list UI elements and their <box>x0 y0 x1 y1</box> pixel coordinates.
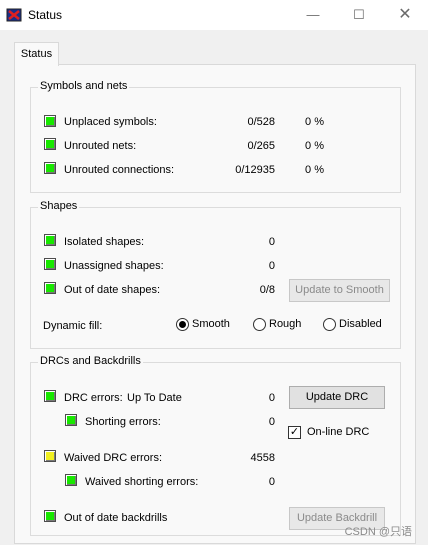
backdrills-indicator <box>44 510 56 522</box>
out-of-date-shapes-indicator <box>44 282 56 294</box>
unrouted-nets-label: Unrouted nets: <box>64 140 137 152</box>
radio-smooth-label[interactable]: Smooth <box>192 318 230 330</box>
maximize-button[interactable]: ☐ <box>336 0 382 30</box>
shorting-errors-indicator <box>65 414 77 426</box>
unplaced-symbols-label: Unplaced symbols: <box>64 116 157 128</box>
drc-status: Up To Date <box>127 392 182 404</box>
waived-drc-errors-label: Waived DRC errors: <box>64 452 162 464</box>
unrouted-nets-indicator <box>44 138 56 150</box>
drcs-title: DRCs and Backdrills <box>38 355 143 367</box>
unrouted-nets-count: 0/265 <box>247 140 275 152</box>
isolated-shapes-count: 0 <box>268 236 275 248</box>
unrouted-connections-indicator <box>44 162 56 174</box>
radio-disabled-label[interactable]: Disabled <box>339 318 382 330</box>
close-button[interactable]: ✕ <box>382 0 428 30</box>
tab-status[interactable]: Status <box>14 42 59 66</box>
online-drc-checkbox[interactable]: ✓ <box>288 426 301 439</box>
waived-shorting-errors-indicator <box>65 474 77 486</box>
unrouted-connections-count: 0/12935 <box>235 164 275 176</box>
radio-disabled[interactable] <box>323 318 336 331</box>
waived-drc-errors-indicator <box>44 450 56 462</box>
out-of-date-backdrills-label: Out of date backdrills <box>64 512 168 524</box>
unplaced-symbols-percent: 0 % <box>305 116 324 128</box>
waived-shorting-errors-count: 0 <box>268 476 275 488</box>
out-of-date-shapes-count: 0/8 <box>259 284 275 296</box>
isolated-shapes-indicator <box>44 234 56 246</box>
drc-errors-label: DRC errors: <box>64 392 123 404</box>
shapes-title: Shapes <box>38 200 80 212</box>
unplaced-symbols-count: 0/528 <box>247 116 275 128</box>
symbols-and-nets-title: Symbols and nets <box>38 80 130 92</box>
out-of-date-shapes-label: Out of date shapes: <box>64 284 161 296</box>
update-drc-button[interactable]: Update DRC <box>289 386 385 409</box>
online-drc-label[interactable]: On-line DRC <box>307 426 369 438</box>
minimize-button[interactable]: — <box>290 0 336 30</box>
radio-rough-label[interactable]: Rough <box>269 318 301 330</box>
watermark: CSDN @只语 <box>344 526 412 538</box>
drc-errors-count: 0 <box>268 392 275 404</box>
unassigned-shapes-indicator <box>44 258 56 270</box>
unrouted-connections-label: Unrouted connections: <box>64 164 175 176</box>
unrouted-connections-percent: 0 % <box>305 164 324 176</box>
unrouted-nets-percent: 0 % <box>305 140 324 152</box>
radio-rough[interactable] <box>253 318 266 331</box>
isolated-shapes-label: Isolated shapes: <box>64 236 145 248</box>
shorting-errors-count: 0 <box>268 416 275 428</box>
unassigned-shapes-label: Unassigned shapes: <box>64 260 164 272</box>
drc-errors-indicator <box>44 390 56 402</box>
dynamic-fill-label: Dynamic fill: <box>43 320 103 332</box>
shorting-errors-label: Shorting errors: <box>85 416 161 428</box>
waived-drc-errors-count: 4558 <box>250 452 275 464</box>
unplaced-symbols-indicator <box>44 115 56 127</box>
unassigned-shapes-count: 0 <box>268 260 275 272</box>
radio-selected-dot <box>179 321 186 328</box>
window-title: Status <box>28 8 63 22</box>
waived-shorting-errors-label: Waived shorting errors: <box>85 476 199 488</box>
update-to-smooth-button[interactable]: Update to Smooth <box>289 279 390 302</box>
app-icon <box>6 8 22 22</box>
radio-smooth[interactable] <box>176 318 189 331</box>
